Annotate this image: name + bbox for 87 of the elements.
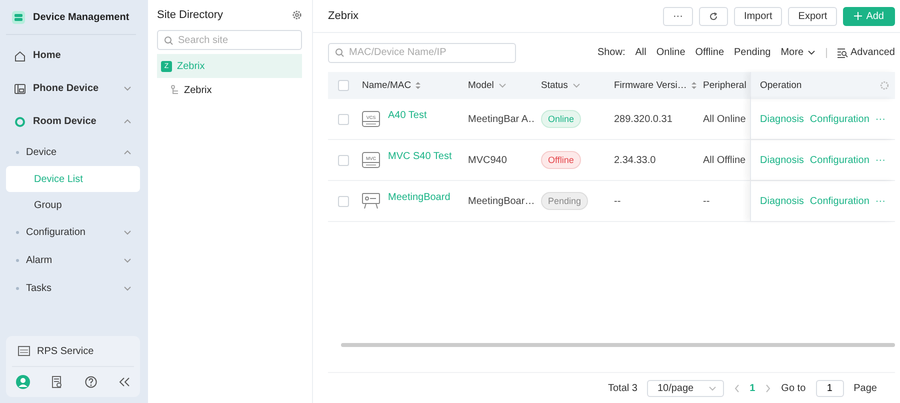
more-button[interactable]: ··· bbox=[662, 6, 693, 26]
menu-item[interactable]: Device bbox=[6, 138, 140, 166]
menu-item[interactable]: Home bbox=[6, 39, 140, 72]
chevron-down-icon[interactable] bbox=[498, 81, 507, 90]
goto-label: Go to bbox=[781, 382, 806, 394]
toolbar-button[interactable]: Import bbox=[734, 6, 782, 26]
search-field[interactable]: Search site bbox=[157, 30, 302, 50]
chevron-down-icon[interactable] bbox=[123, 256, 132, 264]
column-header[interactable]: Name/MAC bbox=[362, 80, 412, 91]
filter-option[interactable]: Online bbox=[656, 47, 686, 58]
menu-item[interactable]: Phone Device bbox=[6, 72, 140, 105]
column-header[interactable]: Firmware Versi… bbox=[614, 80, 687, 91]
app-title: Device Management bbox=[33, 12, 130, 22]
page-size-select[interactable]: 10/page bbox=[647, 380, 724, 396]
tree-branch-icon bbox=[171, 85, 179, 95]
status-badge: Online bbox=[541, 110, 582, 128]
toolbar-button[interactable]: Export bbox=[788, 6, 838, 26]
row-checkbox[interactable] bbox=[338, 154, 349, 166]
firmware-cell-text: -- bbox=[613, 196, 622, 206]
column-header[interactable]: Operation bbox=[760, 80, 802, 91]
site-item[interactable]: Zebrix bbox=[157, 78, 302, 102]
filter-search-icon bbox=[836, 48, 848, 58]
site-label: Zebrix bbox=[184, 84, 212, 96]
advanced-filter-button[interactable]: Advanced bbox=[836, 47, 895, 58]
avatar-icon[interactable] bbox=[16, 375, 30, 389]
chevron-down-icon[interactable] bbox=[123, 228, 132, 236]
menu-item[interactable]: Configuration bbox=[6, 218, 140, 246]
menu-item[interactable]: Alarm bbox=[6, 246, 140, 274]
menu-item[interactable]: Room Device bbox=[6, 105, 140, 138]
chevron-down-icon[interactable] bbox=[123, 84, 132, 93]
home-icon bbox=[14, 50, 26, 62]
model-cell-text: MeetingBoar… bbox=[467, 196, 535, 206]
more-dropdown[interactable]: More bbox=[780, 47, 816, 58]
column-header[interactable]: Model bbox=[468, 80, 494, 91]
status-badge: Offline bbox=[541, 151, 581, 169]
total-count: Total 3 bbox=[608, 382, 638, 394]
menu-item[interactable]: Tasks bbox=[6, 274, 140, 302]
model-cell-text: MeetingBar A… bbox=[467, 114, 535, 124]
search-icon bbox=[335, 48, 344, 57]
column-header[interactable]: Status bbox=[541, 80, 568, 91]
menu-item[interactable]: Group bbox=[6, 192, 140, 218]
status-badge: Pending bbox=[541, 192, 588, 210]
row-checkbox[interactable] bbox=[338, 196, 349, 206]
site-label: Zebrix bbox=[177, 60, 205, 72]
refresh-icon bbox=[708, 12, 718, 20]
horizontal-scrollbar[interactable] bbox=[341, 343, 895, 347]
phone-device-icon bbox=[14, 82, 26, 94]
document-icon[interactable] bbox=[52, 376, 62, 388]
page-title: Zebrix bbox=[328, 10, 359, 22]
page-input[interactable]: 1 bbox=[816, 380, 844, 396]
service-label[interactable]: RPS Service bbox=[37, 346, 94, 356]
filter-label: Show: bbox=[597, 47, 626, 58]
column-header[interactable]: Peripheral bbox=[703, 80, 746, 91]
chevron-down-icon bbox=[708, 384, 717, 392]
search-icon bbox=[164, 36, 173, 44]
filter-option[interactable]: All bbox=[635, 47, 646, 58]
whiteboard-icon bbox=[362, 193, 380, 209]
firmware-cell-text: 289.320.0.31 bbox=[613, 114, 674, 124]
search-field[interactable]: MAC/Device Name/IP bbox=[328, 42, 516, 62]
filter-option[interactable]: Offline bbox=[695, 47, 724, 58]
next-page-icon[interactable] bbox=[765, 384, 772, 392]
help-icon[interactable] bbox=[84, 376, 97, 388]
server-icon bbox=[12, 10, 25, 24]
page-label: Page bbox=[854, 382, 877, 394]
collapse-icon[interactable] bbox=[118, 377, 130, 387]
chevron-down-icon[interactable] bbox=[123, 284, 132, 292]
filter-option[interactable]: Pending bbox=[734, 47, 771, 58]
chevron-up-icon[interactable] bbox=[123, 148, 132, 156]
sort-icon[interactable] bbox=[415, 81, 422, 90]
chevron-down-icon[interactable] bbox=[572, 81, 581, 90]
camera-icon bbox=[14, 116, 26, 128]
settings-icon[interactable] bbox=[292, 10, 302, 20]
chevron-up-icon[interactable] bbox=[123, 117, 132, 126]
refresh-button[interactable] bbox=[698, 6, 728, 26]
panel-title: Site Directory bbox=[157, 9, 224, 21]
plus-icon bbox=[854, 12, 862, 20]
chevron-down-icon bbox=[806, 48, 816, 57]
peripheral-status: All Offline bbox=[703, 154, 746, 166]
peripheral-status: -- bbox=[703, 196, 710, 206]
peripheral-status: All Online bbox=[703, 114, 746, 124]
model-cell-text: MVC940 bbox=[467, 154, 508, 166]
firmware-cell-text: 2.34.33.0 bbox=[613, 154, 657, 166]
row-checkbox[interactable] bbox=[338, 114, 349, 124]
previous-page-icon[interactable] bbox=[734, 384, 740, 392]
sort-icon[interactable] bbox=[690, 81, 697, 90]
service-icon bbox=[18, 346, 30, 356]
select-all-checkbox[interactable] bbox=[338, 80, 349, 91]
